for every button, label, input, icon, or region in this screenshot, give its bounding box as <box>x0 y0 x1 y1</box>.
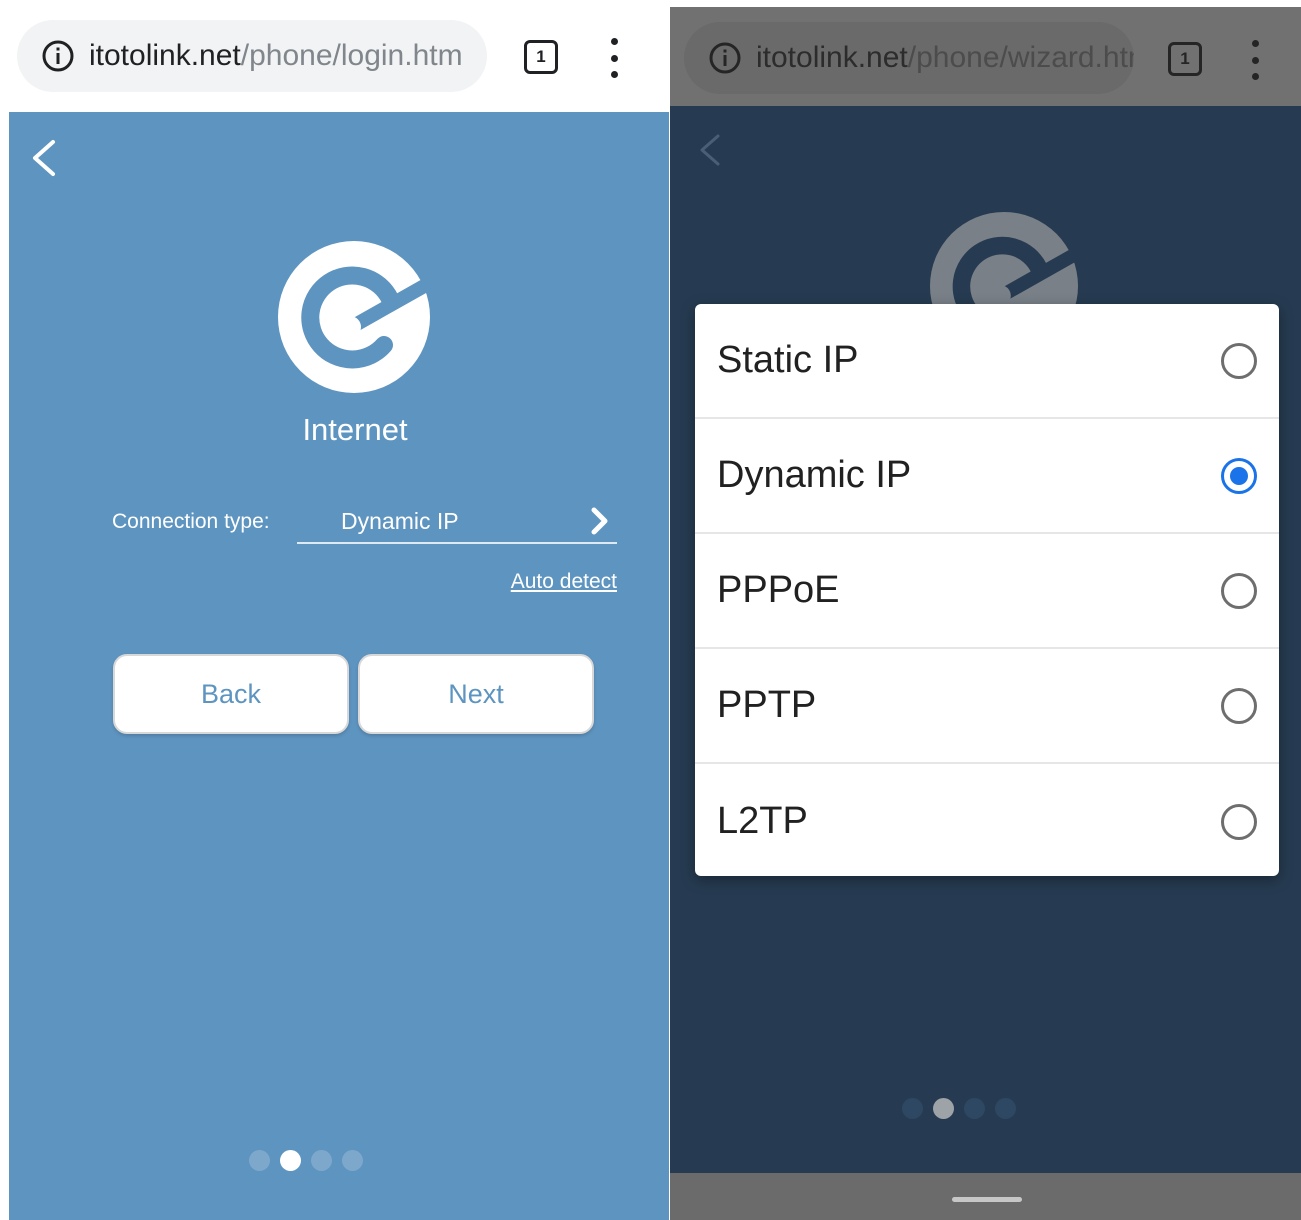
tab-count: 1 <box>1180 49 1190 68</box>
connection-option-label: PPPoE <box>717 569 840 611</box>
wizard-page: Internet Connection type: Dynamic IP Aut… <box>9 112 669 1220</box>
chevron-right-icon <box>591 507 608 535</box>
page-dot <box>280 1149 301 1171</box>
info-icon[interactable] <box>708 41 742 75</box>
next-button[interactable]: Next <box>358 654 594 734</box>
connection-type-value: Dynamic IP <box>341 508 459 534</box>
back-chevron-icon[interactable] <box>27 138 63 178</box>
connection-type-dialog: Static IP Dynamic IP PPPoE PPTP L2TP <box>695 304 1279 876</box>
back-button[interactable]: Back <box>113 654 349 734</box>
page-indicator <box>249 1148 369 1172</box>
info-icon[interactable] <box>41 39 75 73</box>
radio-unselected-icon[interactable] <box>1221 687 1257 724</box>
browser-toolbar-dimmed: itotolink.net/phone/wizard.htm 1 <box>670 7 1301 106</box>
radio-selected-icon[interactable] <box>1221 457 1257 494</box>
url-domain: itotolink.net <box>756 41 908 74</box>
tab-count: 1 <box>536 47 546 66</box>
page-dot <box>933 1097 954 1119</box>
page-title: Internet <box>302 412 408 447</box>
radio-unselected-icon[interactable] <box>1221 803 1257 840</box>
more-menu-icon[interactable] <box>608 38 620 78</box>
page-dot <box>964 1097 985 1119</box>
connection-option[interactable]: PPPoE <box>695 534 1279 649</box>
system-navigation-bar <box>670 1173 1301 1220</box>
phone-screen-right: itotolink.net/phone/wizard.htm 1 Static … <box>670 0 1301 1220</box>
connection-option[interactable]: Static IP <box>695 304 1279 419</box>
back-chevron-icon <box>700 134 720 166</box>
page-indicator <box>902 1096 1022 1120</box>
phone-screen-left: itotolink.net/phone/login.htm 1 Internet… <box>9 0 669 1220</box>
totolink-logo-icon <box>278 241 430 393</box>
tab-switcher-button[interactable]: 1 <box>1168 42 1202 76</box>
connection-option-label: Dynamic IP <box>717 454 912 496</box>
address-bar[interactable]: itotolink.net/phone/wizard.htm <box>684 22 1134 94</box>
page-dot <box>902 1097 923 1119</box>
connection-option[interactable]: PPTP <box>695 649 1279 764</box>
radio-unselected-icon[interactable] <box>1221 572 1257 609</box>
connection-option[interactable]: L2TP <box>695 764 1279 876</box>
url-text: itotolink.net/phone/wizard.htm <box>756 41 1134 75</box>
url-domain: itotolink.net <box>89 39 241 72</box>
connection-option-label: L2TP <box>717 800 808 842</box>
home-gesture-handle[interactable] <box>952 1197 1022 1202</box>
connection-type-label: Connection type: <box>112 510 270 533</box>
tab-switcher-button[interactable]: 1 <box>524 40 558 74</box>
url-path: /phone/login.htm <box>240 39 463 72</box>
connection-option[interactable]: Dynamic IP <box>695 419 1279 534</box>
more-menu-icon[interactable] <box>1249 40 1261 80</box>
page-dot <box>995 1097 1016 1119</box>
url-path: /phone/wizard.htm <box>907 41 1134 74</box>
address-bar[interactable]: itotolink.net/phone/login.htm <box>17 20 487 92</box>
auto-detect-link[interactable]: Auto detect <box>511 570 617 594</box>
page-dot <box>311 1149 332 1171</box>
connection-type-select[interactable]: Dynamic IP <box>297 502 617 544</box>
radio-unselected-icon[interactable] <box>1221 342 1257 379</box>
connection-option-label: PPTP <box>717 684 817 726</box>
connection-option-label: Static IP <box>717 339 859 381</box>
url-text: itotolink.net/phone/login.htm <box>89 39 463 73</box>
page-dot <box>249 1149 270 1171</box>
page-dot <box>342 1149 363 1171</box>
browser-toolbar: itotolink.net/phone/login.htm 1 <box>9 0 669 112</box>
